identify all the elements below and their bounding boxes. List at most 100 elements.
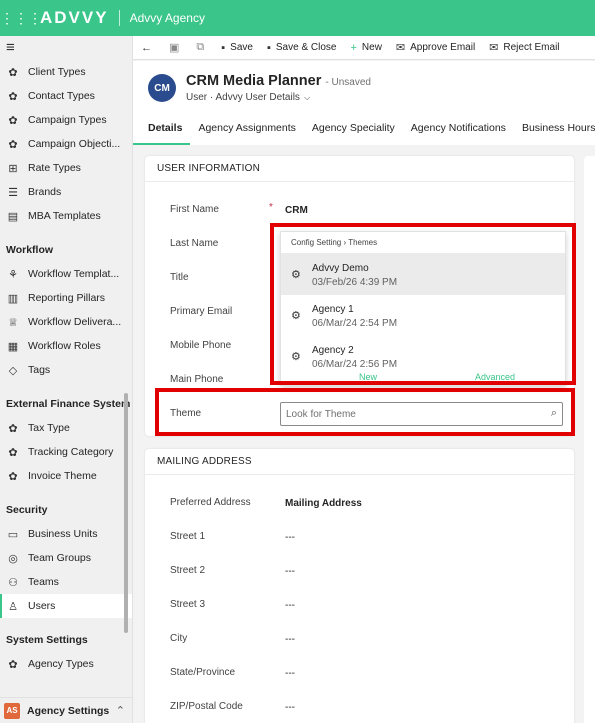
sidebar-item-invoice-theme[interactable]: ✿ Invoice Theme: [0, 464, 132, 488]
sidebar-item-users[interactable]: ♙ Users: [0, 594, 132, 618]
highlight-box-dropdown: [270, 223, 576, 385]
sidebar-scrollbar[interactable]: [124, 393, 128, 633]
group-security: Security: [6, 504, 48, 516]
first-name-label: First Name: [170, 204, 219, 215]
city-label: City: [170, 633, 188, 644]
zip-field[interactable]: ---: [285, 702, 295, 713]
gear-icon: ✿: [8, 90, 18, 103]
open-new-window-icon[interactable]: ⧉: [196, 41, 209, 54]
primary-email-label: Primary Email: [170, 306, 233, 317]
mobile-phone-label: Mobile Phone: [170, 340, 232, 351]
record-details-icon[interactable]: ▣: [169, 41, 184, 54]
sidebar-item-workflow-roles[interactable]: ▦ Workflow Roles: [0, 334, 132, 358]
plus-icon: +: [350, 41, 357, 54]
back-arrow-icon[interactable]: ←: [141, 42, 157, 54]
first-name-field[interactable]: CRM: [285, 205, 308, 216]
tab-list: Details Agency Assignments Agency Specia…: [133, 116, 595, 145]
state-label: State/Province: [170, 667, 236, 678]
required-marker: *: [269, 202, 273, 213]
document-icon: ▤: [7, 210, 19, 223]
preferred-address-label: Preferred Address: [170, 497, 251, 508]
user-icon: ♙: [8, 600, 18, 613]
reject-email-button[interactable]: ✉ Reject Email: [489, 41, 559, 54]
form-selector[interactable]: Advvy User Details: [215, 92, 299, 103]
approve-email-button[interactable]: ✉ Approve Email: [396, 41, 475, 54]
sidebar-item-tracking-category[interactable]: ✿ Tracking Category: [0, 440, 132, 464]
sidebar-item-tags[interactable]: ◇ Tags: [0, 358, 132, 382]
city-field[interactable]: ---: [285, 634, 295, 645]
group-system-settings: System Settings: [6, 634, 88, 646]
sidebar-item-workflow-deliverables[interactable]: ♕ Workflow Delivera...: [0, 310, 132, 334]
group-external-finance: External Finance System: [6, 398, 131, 410]
sidebar-item-mba-templates[interactable]: ▤ MBA Templates: [0, 204, 132, 228]
state-field[interactable]: ---: [285, 668, 295, 679]
top-bar: ⋮⋮⋮ ADVVY Advvy Agency: [0, 0, 595, 36]
save-icon: ▪: [221, 41, 226, 54]
record-subtitle: User · Advvy User Details ⌵: [186, 92, 311, 103]
app-logo[interactable]: ADVVY: [40, 8, 109, 28]
save-close-button[interactable]: ▪ Save & Close: [267, 42, 337, 54]
gear-icon: ✿: [8, 138, 18, 151]
save-button[interactable]: ▪ Save: [221, 42, 253, 54]
tab-business-hours[interactable]: Business Hours: [514, 116, 595, 145]
gear-icon: ✿: [8, 470, 18, 483]
zip-label: ZIP/Postal Code: [170, 701, 243, 712]
teams-icon: ⚇: [8, 576, 18, 589]
flow-icon: ⚘: [8, 268, 18, 281]
group-workflow: Workflow: [6, 244, 54, 256]
save-status: - Unsaved: [325, 77, 371, 88]
trophy-icon: ♕: [8, 316, 18, 329]
sidebar-item-contact-types[interactable]: ✿ Contact Types: [0, 84, 132, 108]
divider: [145, 181, 574, 182]
gear-icon: ✿: [8, 658, 18, 671]
section-title: USER INFORMATION: [157, 163, 261, 174]
page-title: CRM Media Planner - Unsaved: [186, 73, 371, 89]
sidebar-item-agency-types[interactable]: ✿ Agency Types: [0, 652, 132, 676]
sidebar-item-brands[interactable]: ☰ Brands: [0, 180, 132, 204]
record-header: CM CRM Media Planner - Unsaved User · Adv…: [133, 61, 595, 145]
hamburger-menu-icon[interactable]: ≡: [0, 36, 132, 60]
street2-label: Street 2: [170, 565, 206, 576]
main-phone-label: Main Phone: [170, 374, 224, 385]
sidebar-item-business-units[interactable]: ▭ Business Units: [0, 522, 132, 546]
tab-agency-assignments[interactable]: Agency Assignments: [190, 116, 303, 145]
gear-icon: ✿: [8, 66, 18, 79]
area-label: Agency Settings: [27, 704, 110, 717]
sidebar-item-team-groups[interactable]: ◎ Team Groups: [0, 546, 132, 570]
side-panel: [584, 156, 595, 723]
stack-icon: ☰: [8, 186, 18, 199]
pillars-icon: ▥: [7, 292, 19, 305]
street3-field[interactable]: ---: [285, 600, 295, 611]
reject-icon: ✉: [489, 42, 499, 54]
business-icon: ▭: [7, 528, 19, 541]
new-button[interactable]: + New: [350, 42, 381, 54]
sidebar-item-campaign-types[interactable]: ✿ Campaign Types: [0, 108, 132, 132]
sidebar-item-campaign-objectives[interactable]: ✿ Campaign Objecti...: [0, 132, 132, 156]
area-switcher[interactable]: AS Agency Settings ⌃: [0, 697, 132, 723]
last-name-label: Last Name: [170, 238, 219, 249]
command-bar: ← ▣ ⧉ ▪ Save ▪ Save & Close + New ✉ Approve …: [133, 36, 595, 60]
gear-icon: ✿: [8, 114, 18, 127]
tag-icon: ◇: [8, 364, 18, 377]
chevron-down-icon[interactable]: ⌵: [302, 93, 310, 102]
divider: [145, 474, 574, 475]
tab-agency-notifications[interactable]: Agency Notifications: [403, 116, 514, 145]
app-launcher-icon[interactable]: ⋮⋮⋮: [0, 10, 42, 27]
divider: [118, 10, 120, 26]
roles-icon: ▦: [7, 340, 19, 353]
street1-field[interactable]: ---: [285, 532, 295, 543]
mailing-address-section: MAILING ADDRESS Preferred Address Mailin…: [145, 449, 574, 723]
sidebar-item-client-types[interactable]: ✿ Client Types: [0, 60, 132, 84]
sidebar-item-workflow-templates[interactable]: ⚘ Workflow Templat...: [0, 262, 132, 286]
sidebar-item-reporting-pillars[interactable]: ▥ Reporting Pillars: [0, 286, 132, 310]
title-label: Title: [170, 272, 189, 283]
tab-agency-speciality[interactable]: Agency Speciality: [304, 116, 403, 145]
avatar: CM: [148, 74, 176, 102]
preferred-address-field[interactable]: Mailing Address: [285, 498, 362, 509]
sidebar-item-rate-types[interactable]: ⊞ Rate Types: [0, 156, 132, 180]
street2-field[interactable]: ---: [285, 566, 295, 577]
sidebar-item-tax-type[interactable]: ✿ Tax Type: [0, 416, 132, 440]
sidebar-item-teams[interactable]: ⚇ Teams: [0, 570, 132, 594]
tab-details[interactable]: Details: [133, 116, 191, 145]
app-name[interactable]: Advvy Agency: [130, 11, 205, 25]
